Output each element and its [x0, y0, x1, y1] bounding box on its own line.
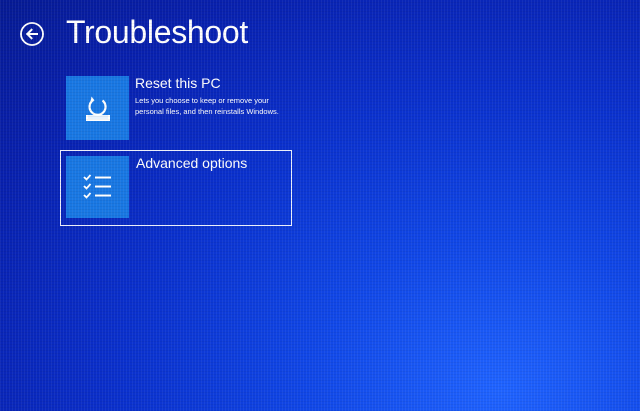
advanced-options-option[interactable]: Advanced options [60, 150, 292, 226]
reset-this-pc-option[interactable]: Reset this PC Lets you choose to keep or… [66, 75, 286, 142]
reset-this-pc-title: Reset this PC [135, 75, 221, 91]
back-button[interactable] [19, 21, 45, 47]
reset-pc-icon [85, 96, 110, 121]
back-arrow-icon [20, 22, 44, 46]
advanced-options-icon-box [66, 156, 129, 218]
checklist-icon [82, 174, 111, 199]
reset-this-pc-description: Lets you choose to keep or remove your p… [135, 96, 279, 116]
reset-pc-icon-box [66, 76, 129, 140]
advanced-options-title: Advanced options [136, 155, 248, 171]
page-title: Troubleshoot [66, 14, 248, 50]
